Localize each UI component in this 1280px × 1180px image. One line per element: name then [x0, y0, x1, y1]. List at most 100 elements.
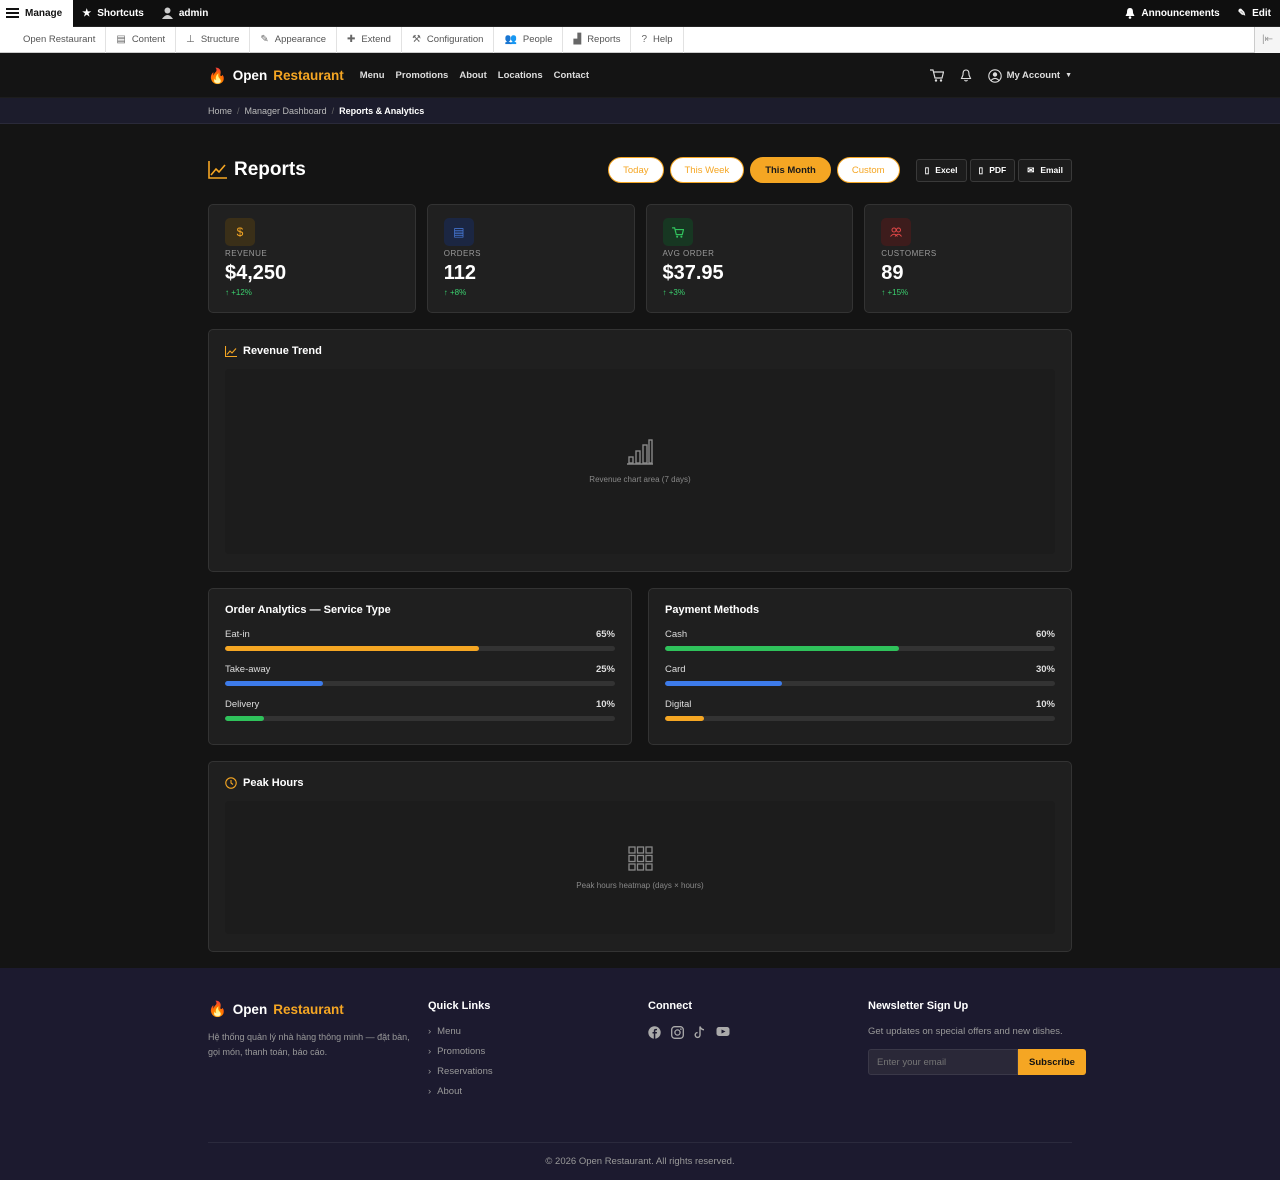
export-excel-button[interactable]: ▯ Excel	[915, 158, 967, 182]
newsletter-email-input[interactable]	[868, 1049, 1018, 1075]
chart-placeholder: Revenue chart area (7 days)	[589, 475, 691, 484]
file-pdf-icon: ▯	[978, 164, 984, 175]
card-title: Revenue Trend	[225, 345, 1055, 357]
nav-item-locations[interactable]: Locations	[498, 70, 543, 81]
collapse-tray-button[interactable]: |⇤	[1254, 26, 1280, 53]
footer-link-reservations[interactable]: › Reservations	[428, 1066, 648, 1077]
revenue-chart-area: Revenue chart area (7 days)	[225, 369, 1055, 554]
breadcrumb-current: Reports & Analytics	[339, 106, 425, 116]
filter-custom-button[interactable]: Custom	[836, 157, 900, 183]
row-percent: 25%	[595, 664, 615, 675]
dollar-icon: $	[225, 218, 255, 246]
stat-label: ORDERS	[443, 249, 481, 258]
logo-word2: Restaurant	[273, 68, 344, 83]
filter-today-button[interactable]: Today	[608, 157, 664, 183]
envelope-icon: ✉	[1027, 164, 1035, 175]
nav-item-menu[interactable]: Menu	[360, 70, 385, 81]
payment-methods-card: Payment Methods Cash 60% Card 30% Digital 1…	[648, 588, 1072, 745]
notification-bell-icon[interactable]	[960, 69, 972, 82]
chevron-right-icon: ›	[428, 1046, 432, 1057]
manage-button[interactable]: Manage	[0, 0, 74, 27]
flame-icon: 🔥	[208, 1001, 227, 1018]
tray-item-reports[interactable]: ▟ Reports	[563, 26, 632, 53]
collapse-icon: |⇤	[1262, 34, 1273, 45]
breadcrumb-dashboard[interactable]: Manager Dashboard	[245, 106, 327, 116]
breadcrumb-separator: /	[237, 106, 240, 116]
cart-icon[interactable]	[929, 69, 944, 82]
copyright: © 2026 Open Restaurant. All rights reser…	[208, 1142, 1072, 1167]
site-logo[interactable]: 🔥 Open Restaurant	[208, 67, 344, 85]
filter-this-week-button[interactable]: This Week	[669, 157, 745, 183]
tiktok-icon[interactable]	[694, 1026, 706, 1039]
edit-button[interactable]: ✎ Edit	[1229, 0, 1280, 27]
footer-about: 🔥 Open Restaurant Hệ thống quản lý nhà hà…	[208, 1000, 428, 1106]
bell-icon	[1125, 7, 1135, 19]
progress-fill	[665, 681, 782, 686]
card-title-text: Revenue Trend	[243, 345, 322, 357]
footer-link-menu[interactable]: › Menu	[428, 1026, 648, 1037]
footer-heading: Newsletter Sign Up	[868, 1000, 969, 1012]
account-menu[interactable]: My Account ▼	[987, 68, 1072, 83]
filter-this-month-button[interactable]: This Month	[750, 157, 831, 183]
stat-delta-value: +8%	[449, 288, 467, 297]
row-percent: 65%	[595, 629, 615, 640]
nav-item-about[interactable]: About	[459, 70, 486, 81]
tray-item-structure[interactable]: ⊥ Structure	[176, 26, 251, 53]
instagram-icon[interactable]	[671, 1026, 684, 1039]
footer-connect: Connect	[648, 1000, 868, 1106]
export-pdf-button[interactable]: ▯ PDF	[969, 158, 1016, 182]
footer-link-label: Menu	[437, 1026, 461, 1037]
tray-item-people[interactable]: 👥 People	[494, 26, 564, 53]
tray-item-home[interactable]: Open Restaurant	[0, 26, 107, 53]
export-email-button[interactable]: ✉ Email	[1018, 158, 1072, 182]
tray-label: People	[522, 34, 553, 45]
tray-item-configuration[interactable]: ⚒ Configuration	[402, 26, 495, 53]
facebook-icon[interactable]	[648, 1026, 661, 1039]
document-icon: ▤	[443, 218, 474, 246]
newsletter-form: Subscribe	[868, 1049, 1086, 1075]
shortcuts-button[interactable]: ★ Shortcuts	[73, 0, 153, 27]
announcements-button[interactable]: Announcements	[1116, 0, 1228, 27]
row-label: Delivery	[225, 699, 260, 710]
card-title-text: Peak Hours	[243, 777, 304, 789]
stat-delta: ↑ +12%	[225, 288, 252, 297]
admin-tray: Open Restaurant ▤ Content ⊥ Structure ✎ App…	[0, 26, 1280, 53]
tray-item-appearance[interactable]: ✎ Appearance	[250, 26, 337, 53]
breadcrumb-home[interactable]: Home	[208, 106, 232, 116]
chevron-right-icon: ›	[428, 1026, 432, 1037]
tray-item-extend[interactable]: ✚ Extend	[337, 26, 402, 53]
progress-fill	[665, 646, 899, 651]
tray-label: Configuration	[426, 34, 484, 45]
nav-item-contact[interactable]: Contact	[554, 70, 589, 81]
progress-row: Delivery 10%	[225, 699, 615, 721]
tray-item-help[interactable]: ? Help	[631, 26, 684, 53]
youtube-icon[interactable]	[716, 1026, 730, 1037]
clock-icon	[225, 777, 237, 789]
footer-link-promotions[interactable]: › Promotions	[428, 1046, 648, 1057]
site-footer: 🔥 Open Restaurant Hệ thống quản lý nhà hà…	[0, 968, 1280, 1180]
revenue-trend-card: Revenue Trend Revenue chart area (7 days…	[208, 329, 1072, 572]
tray-label: Structure	[200, 34, 240, 45]
user-button[interactable]: admin	[153, 0, 217, 27]
date-filters: Today This Week This Month Custom ▯ Excel…	[608, 157, 1072, 183]
row-percent: 10%	[595, 699, 615, 710]
nav-item-promotions[interactable]: Promotions	[396, 70, 449, 81]
tray-label: Appearance	[274, 34, 326, 45]
footer-logo[interactable]: 🔥 Open Restaurant	[208, 1000, 428, 1018]
structure-icon: ⊥	[186, 34, 195, 45]
card-title: Order Analytics — Service Type	[225, 604, 391, 616]
stat-card-customers: CUSTOMERS 89 ↑ +15%	[864, 204, 1072, 313]
stat-delta-value: +15%	[887, 288, 909, 297]
export-label: Email	[1040, 165, 1063, 175]
page-title-text: Reports	[234, 159, 306, 180]
tray-item-content[interactable]: ▤ Content	[106, 26, 177, 53]
main-content: Reports Today This Week This Month Custo…	[208, 145, 1072, 952]
row-percent: 10%	[1035, 699, 1055, 710]
people-icon: 👥	[504, 34, 517, 45]
stat-label: AVG ORDER	[662, 249, 715, 258]
progress-row: Cash 60%	[665, 629, 1055, 651]
pencil-icon: ✎	[1237, 7, 1247, 19]
grid-icon	[627, 845, 653, 871]
footer-link-about[interactable]: › About	[428, 1086, 648, 1097]
subscribe-button[interactable]: Subscribe	[1018, 1049, 1086, 1075]
